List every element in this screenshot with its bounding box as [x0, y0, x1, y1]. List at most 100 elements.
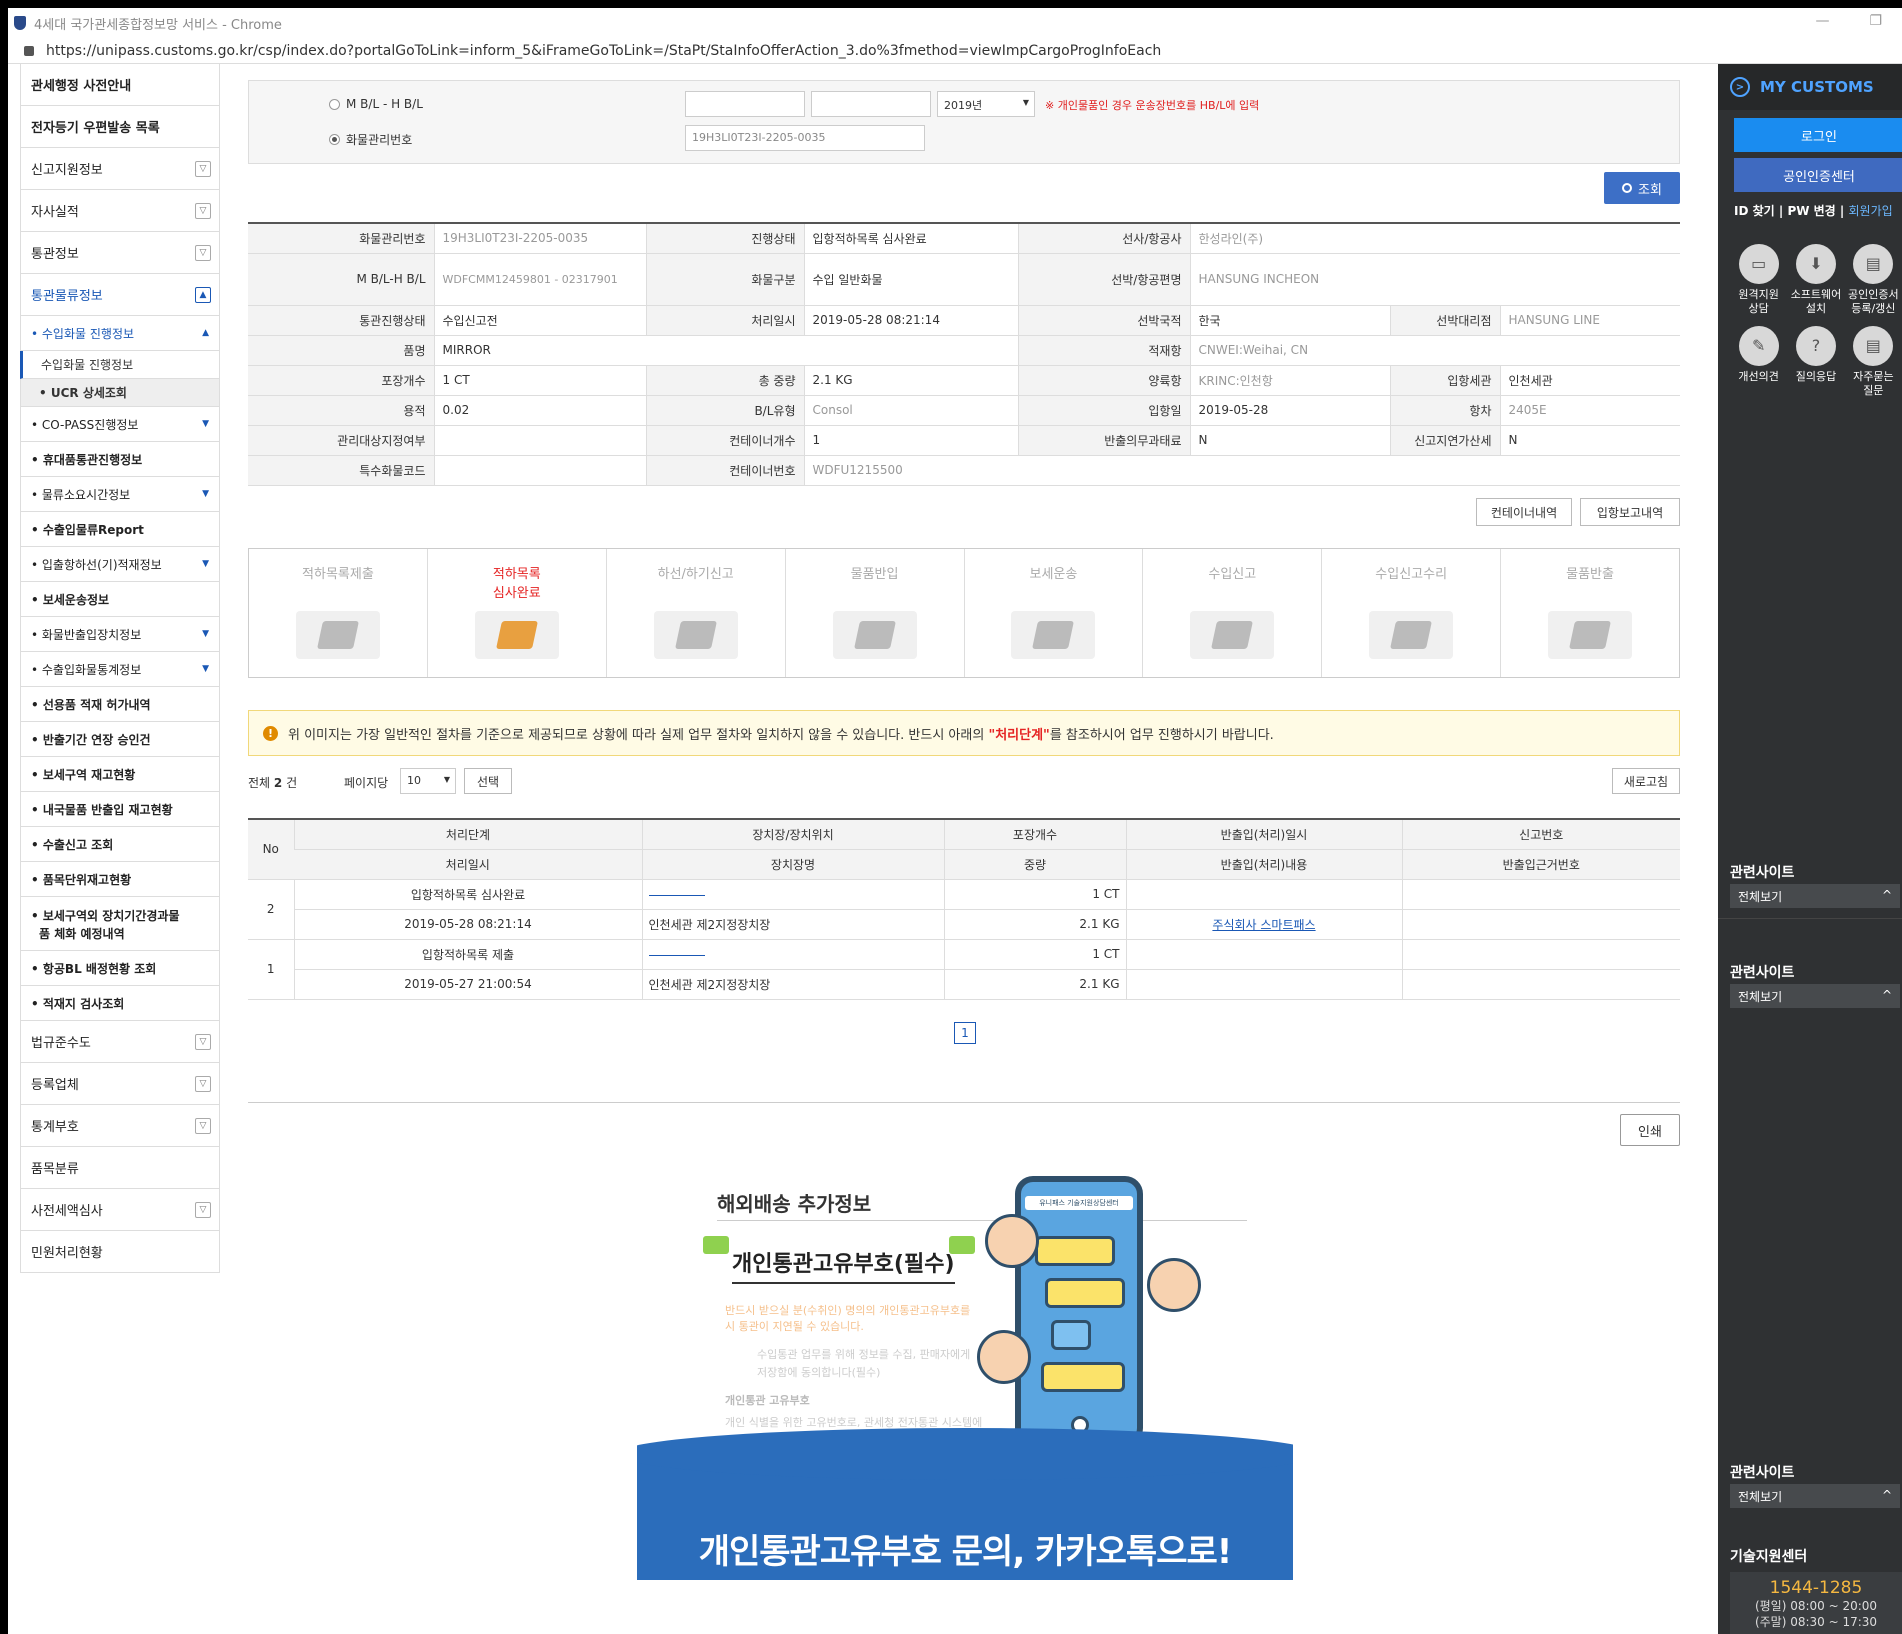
sidebar-subitem[interactable]: • 선용품 적재 허가내역: [20, 687, 220, 722]
sidebar-subitem[interactable]: • 수출입물류Report: [20, 512, 220, 547]
location-code[interactable]: 02002079: [648, 894, 705, 896]
chevron-down-icon[interactable]: ▽: [195, 1076, 211, 1092]
sidebar-item[interactable]: 통관물류정보 ▲: [20, 274, 220, 316]
restore-button[interactable]: ❐: [1869, 13, 1882, 29]
quick-link-monitor[interactable]: ▭ 원격지원 상담: [1730, 244, 1787, 316]
quick-link-qna[interactable]: ? 질의응답: [1787, 326, 1844, 398]
sidebar-item[interactable]: 등록업체 ▽: [20, 1063, 220, 1105]
sidebar-subitem[interactable]: • 품목단위재고현황: [20, 862, 220, 897]
row-no: 2: [248, 879, 294, 940]
url-text[interactable]: https://unipass.customs.go.kr/csp/index.…: [46, 43, 1161, 59]
related-sites-select[interactable]: 전체보기: [1730, 984, 1900, 1008]
label-managed: 관리대상지정여부: [248, 425, 434, 456]
location-code[interactable]: 02002079: [648, 954, 705, 956]
chevron-down-icon[interactable]: ▼: [202, 664, 209, 674]
chevron-down-icon[interactable]: ▼: [202, 629, 209, 639]
radio-dot[interactable]: [329, 134, 340, 145]
radio-mbl-hbl[interactable]: M B/L - H B/L: [329, 97, 423, 111]
address-bar[interactable]: https://unipass.customs.go.kr/csp/index.…: [8, 38, 1902, 64]
step-label: 물품반출: [1566, 567, 1614, 582]
cargo-no-input[interactable]: 19H3LI0T23I-2205-0035: [685, 125, 925, 151]
minimize-button[interactable]: —: [1815, 13, 1829, 29]
year-select[interactable]: 2019년: [937, 91, 1035, 117]
sidebar-subitem[interactable]: • CO-PASS진행정보 ▼: [20, 407, 220, 442]
sidebar-item[interactable]: 신고지원정보 ▽: [20, 148, 220, 190]
process-history-table: No 처리단계 장치장/장치위치 포장개수 반출입(처리)일시 신고번호 처리일…: [248, 818, 1680, 1000]
per-page-select[interactable]: 10: [400, 768, 456, 794]
sidebar-subitem[interactable]: • 물류소요시간정보 ▼: [20, 477, 220, 512]
sidebar-subitem[interactable]: • 수출입화물통계정보 ▼: [20, 652, 220, 687]
sidebar-item[interactable]: 전자등기 우편발송 목록: [20, 106, 220, 148]
sidebar-subitem[interactable]: • 적재지 검사조회: [20, 986, 220, 1021]
label-special-code: 특수화물코드: [248, 455, 434, 486]
related-sites-select[interactable]: 전체보기: [1730, 884, 1900, 908]
chevron-down-icon[interactable]: ▽: [195, 203, 211, 219]
sidebar-item[interactable]: 품목분류: [20, 1147, 220, 1189]
step-label: 적하목록제출: [302, 567, 374, 582]
chevron-down-icon[interactable]: ▽: [195, 1034, 211, 1050]
page-1-button[interactable]: 1: [954, 1022, 976, 1044]
login-button[interactable]: 로그인: [1734, 118, 1902, 152]
row-content-link[interactable]: 주식회사 스마트패스: [1125, 909, 1402, 940]
search-button[interactable]: 조회: [1604, 172, 1680, 204]
row-location-link[interactable]: 02002079: [641, 879, 944, 910]
radio-label: 화물관리번호: [346, 133, 413, 147]
sidebar-subitem[interactable]: • UCR 상세조회: [20, 379, 220, 407]
promo-banner[interactable]: 해외배송 추가정보 개인통관고유부호(필수) 반드시 받으실 분(수취인) 명의…: [637, 1174, 1293, 1580]
quick-link-certificate[interactable]: ▤ 공인인증서 등록/갱신: [1845, 244, 1902, 316]
hbl-input[interactable]: [811, 91, 931, 117]
sidebar-subitem[interactable]: • 휴대품통관진행정보: [20, 442, 220, 477]
chevron-down-icon[interactable]: ▼: [202, 559, 209, 569]
chevron-down-icon[interactable]: ▼: [202, 419, 209, 429]
value-entry-date: 2019-05-28: [1189, 395, 1390, 426]
sidebar-subitem[interactable]: • 내국물품 반출입 재고현황: [20, 792, 220, 827]
sidebar-item-label: 통계부호: [31, 1120, 79, 1135]
sidebar-item[interactable]: 통계부호 ▽: [20, 1105, 220, 1147]
sidebar-item[interactable]: 민원처리현황: [20, 1231, 220, 1273]
sidebar-subitem[interactable]: 수입화물 진행정보: [20, 351, 220, 379]
my-customs-header[interactable]: > MY CUSTOMS: [1718, 64, 1902, 110]
select-button[interactable]: 선택: [464, 768, 512, 794]
chevron-up-icon[interactable]: ▲: [195, 287, 211, 303]
related-sites-select[interactable]: 전체보기: [1730, 1484, 1900, 1508]
print-button[interactable]: 인쇄: [1620, 1114, 1680, 1146]
radio-cargo-no[interactable]: 화물관리번호: [329, 131, 412, 148]
step-illustration-icon: [474, 611, 559, 659]
radio-dot[interactable]: [329, 98, 340, 110]
sidebar-subitem[interactable]: • 보세운송정보: [20, 582, 220, 617]
sidebar-subitem[interactable]: • 항공BL 배정현황 조회: [20, 951, 220, 986]
refresh-button[interactable]: 새로고침: [1612, 768, 1680, 794]
sidebar-subitem[interactable]: • 보세구역외 장치기간경과물 품 체화 예정내역: [20, 897, 220, 951]
sidebar-subitem[interactable]: • 반출기간 연장 승인건: [20, 722, 220, 757]
quick-link-faq[interactable]: ▤ 자주묻는 질문: [1845, 326, 1902, 398]
sidebar-subitem[interactable]: • 보세구역 재고현황: [20, 757, 220, 792]
sidebar-item[interactable]: 사전세액심사 ▽: [20, 1189, 220, 1231]
pw-change-link[interactable]: PW 변경: [1787, 204, 1835, 218]
sidebar-subitem[interactable]: • 입출항하선(기)적재정보 ▼: [20, 547, 220, 582]
sidebar-item[interactable]: 통관정보 ▽: [20, 232, 220, 274]
chevron-down-icon[interactable]: ▽: [195, 245, 211, 261]
cert-center-button[interactable]: 공인인증센터: [1734, 158, 1902, 192]
sidebar-item[interactable]: 자사실적 ▽: [20, 190, 220, 232]
mbl-input[interactable]: [685, 91, 805, 117]
process-step: 적하목록제출: [249, 549, 428, 677]
chevron-down-icon[interactable]: ▽: [195, 1118, 211, 1134]
sidebar-item[interactable]: 법규준수도 ▽: [20, 1021, 220, 1063]
step-illustration-icon: [1011, 611, 1096, 659]
entry-report-button[interactable]: 입항보고내역: [1580, 498, 1680, 526]
join-link[interactable]: 회원가입: [1848, 204, 1892, 218]
container-history-button[interactable]: 컨테이너내역: [1476, 498, 1572, 526]
sidebar-item[interactable]: 관세행정 사전안내: [20, 64, 220, 106]
label-entry-date: 입항일: [1017, 395, 1190, 426]
chevron-down-icon[interactable]: ▽: [195, 161, 211, 177]
chevron-down-icon[interactable]: ▼: [202, 489, 209, 499]
chevron-up-icon[interactable]: ▲: [202, 328, 209, 338]
chevron-down-icon[interactable]: ▽: [195, 1202, 211, 1218]
quick-link-chat[interactable]: ✎ 개선의견: [1730, 326, 1787, 398]
id-find-link[interactable]: ID 찾기: [1734, 204, 1775, 218]
quick-link-download[interactable]: ⬇ 소프트웨어 설치: [1787, 244, 1844, 316]
sidebar-subitem[interactable]: • 수출신고 조회: [20, 827, 220, 862]
sidebar-subitem[interactable]: • 수입화물 진행정보 ▲: [20, 316, 220, 351]
row-location-link[interactable]: 02002079: [641, 939, 944, 970]
sidebar-subitem[interactable]: • 화물반출입장치정보 ▼: [20, 617, 220, 652]
